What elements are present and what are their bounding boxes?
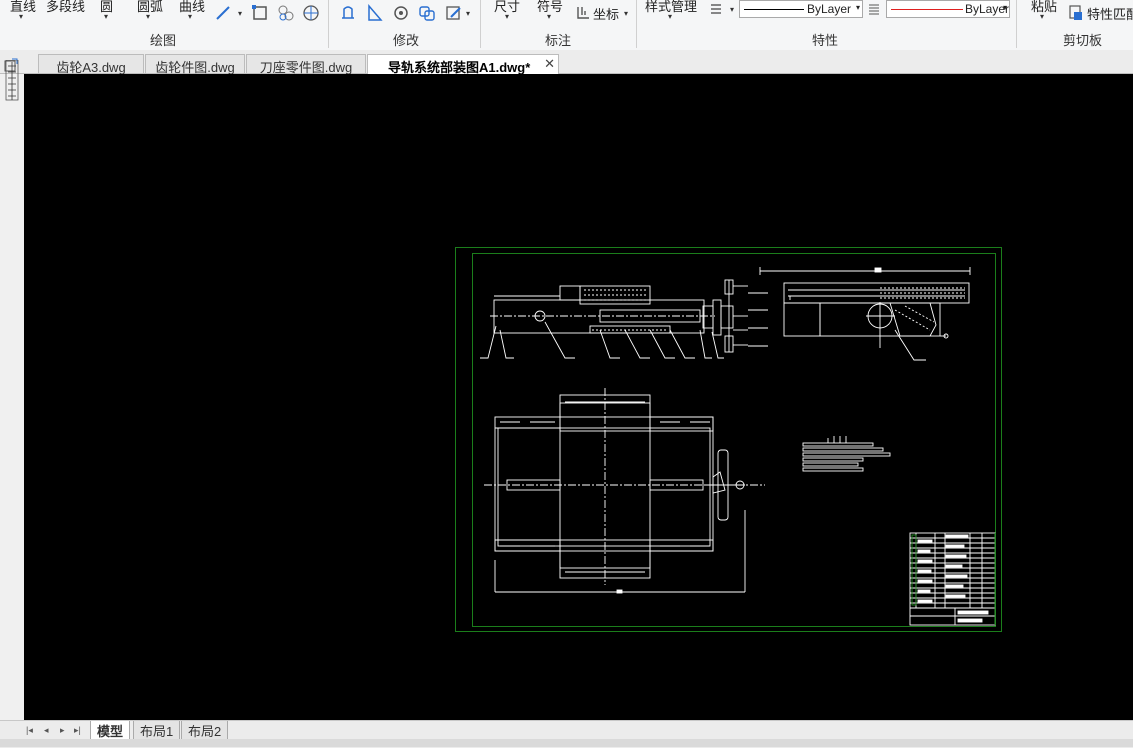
chevron-down-icon[interactable]: ▾ [547,12,551,21]
draw-group-label: 绘图 [150,33,177,48]
next-icon[interactable]: ▸ [60,725,65,736]
ribbon: 直线 ▾ 多段线 圆 ▾ 圆弧 ▾ 曲线 ▾ ▾ 绘图 ▾ 修改 尺寸 ▾ 符号… [0,0,1133,51]
tab-label: 导轨系统部装图A1.dwg* [388,60,531,75]
hatch-icon[interactable] [277,4,295,22]
copy-icon[interactable] [418,4,436,22]
tab-tool-holder[interactable]: 刀座零件图.dwg [246,54,366,75]
close-icon[interactable]: ✕ [544,56,555,72]
properties-group-label: 特性 [812,33,839,48]
chevron-down-icon[interactable]: ▾ [1003,3,1007,12]
modify-group-label: 修改 [393,33,420,48]
coordinate-button[interactable]: 坐标 [593,4,619,23]
coordinate-icon[interactable] [575,5,591,21]
rotate-icon[interactable] [392,4,410,22]
tab-label: 齿轮A3.dwg [56,60,126,75]
layout-tab-bar: |◂ ◂ ▸ ▸| 模型 布局1 布局2 [0,720,1133,748]
lineweight-icon[interactable] [867,2,881,16]
match-properties-icon[interactable] [1068,4,1084,22]
svg-text:▾: ▾ [238,9,242,18]
horizontal-scrollbar[interactable] [0,739,1133,747]
notes-block [802,436,891,472]
chevron-down-icon[interactable]: ▾ [856,3,860,12]
line-dropdown-icon[interactable]: ▾ [214,4,246,22]
clipboard-group-label: 剪切板 [1063,33,1103,48]
side-view [759,267,971,361]
inner-frame [472,253,996,627]
svg-text:▾: ▾ [730,5,734,14]
layout-tab-layout1[interactable]: 布局1 [133,721,181,740]
prev-icon[interactable]: ◂ [44,725,49,736]
chevron-down-icon[interactable]: ▾ [188,12,192,21]
first-icon[interactable]: |◂ [26,725,33,736]
region-icon[interactable] [302,4,320,22]
svg-text:▾: ▾ [466,9,470,18]
chevron-down-icon[interactable]: ▾ [624,9,628,18]
layout-tab-layout2[interactable]: 布局2 [181,721,229,740]
last-icon[interactable]: ▸| [74,725,81,736]
layout-tab-model[interactable]: 模型 [90,721,131,740]
match-properties-button[interactable]: 特性匹配 [1087,4,1133,23]
tab-gear-a3[interactable]: 齿轮A3.dwg [38,54,144,75]
linetype-value: ByLayer [807,2,852,16]
chevron-down-icon[interactable]: ▾ [668,12,672,21]
linetype-combo[interactable]: ByLayer ▾ [739,0,863,18]
polyline-button[interactable]: 多段线 [46,0,85,15]
tab-gear-part[interactable]: 齿轮件图.dwg [145,54,245,75]
drawing-canvas[interactable] [24,74,1133,720]
mirror-icon[interactable] [366,4,384,22]
top-view [484,388,765,594]
vertical-toolbar-icon[interactable] [4,60,20,102]
outer-frame [455,247,1002,632]
left-toolbar [0,60,25,720]
drawing-svg[interactable] [24,74,1133,720]
rectangle-icon[interactable] [251,4,269,22]
title-block [909,532,996,626]
chevron-down-icon[interactable]: ▾ [505,12,509,21]
color-combo[interactable]: ByLayer ▾ [886,0,1010,18]
tab-label: 齿轮件图.dwg [155,60,235,75]
file-tab-bar: 齿轮A3.dwg 齿轮件图.dwg 刀座零件图.dwg 导轨系统部装图A1.dw… [0,50,1133,75]
chevron-down-icon[interactable]: ▾ [146,12,150,21]
annotate-group-label: 标注 [545,33,572,48]
tab-label: 刀座零件图.dwg [259,60,353,75]
chevron-down-icon[interactable]: ▾ [19,12,23,21]
chevron-down-icon[interactable]: ▾ [104,12,108,21]
move-icon[interactable] [339,4,357,22]
edit-icon[interactable]: ▾ [445,4,473,22]
front-view [480,279,768,359]
chevron-down-icon[interactable]: ▾ [1040,12,1044,21]
tab-guide-rail-assembly[interactable]: 导轨系统部装图A1.dwg* ✕ [367,54,559,75]
lineweight-icon[interactable]: ▾ [708,2,738,16]
